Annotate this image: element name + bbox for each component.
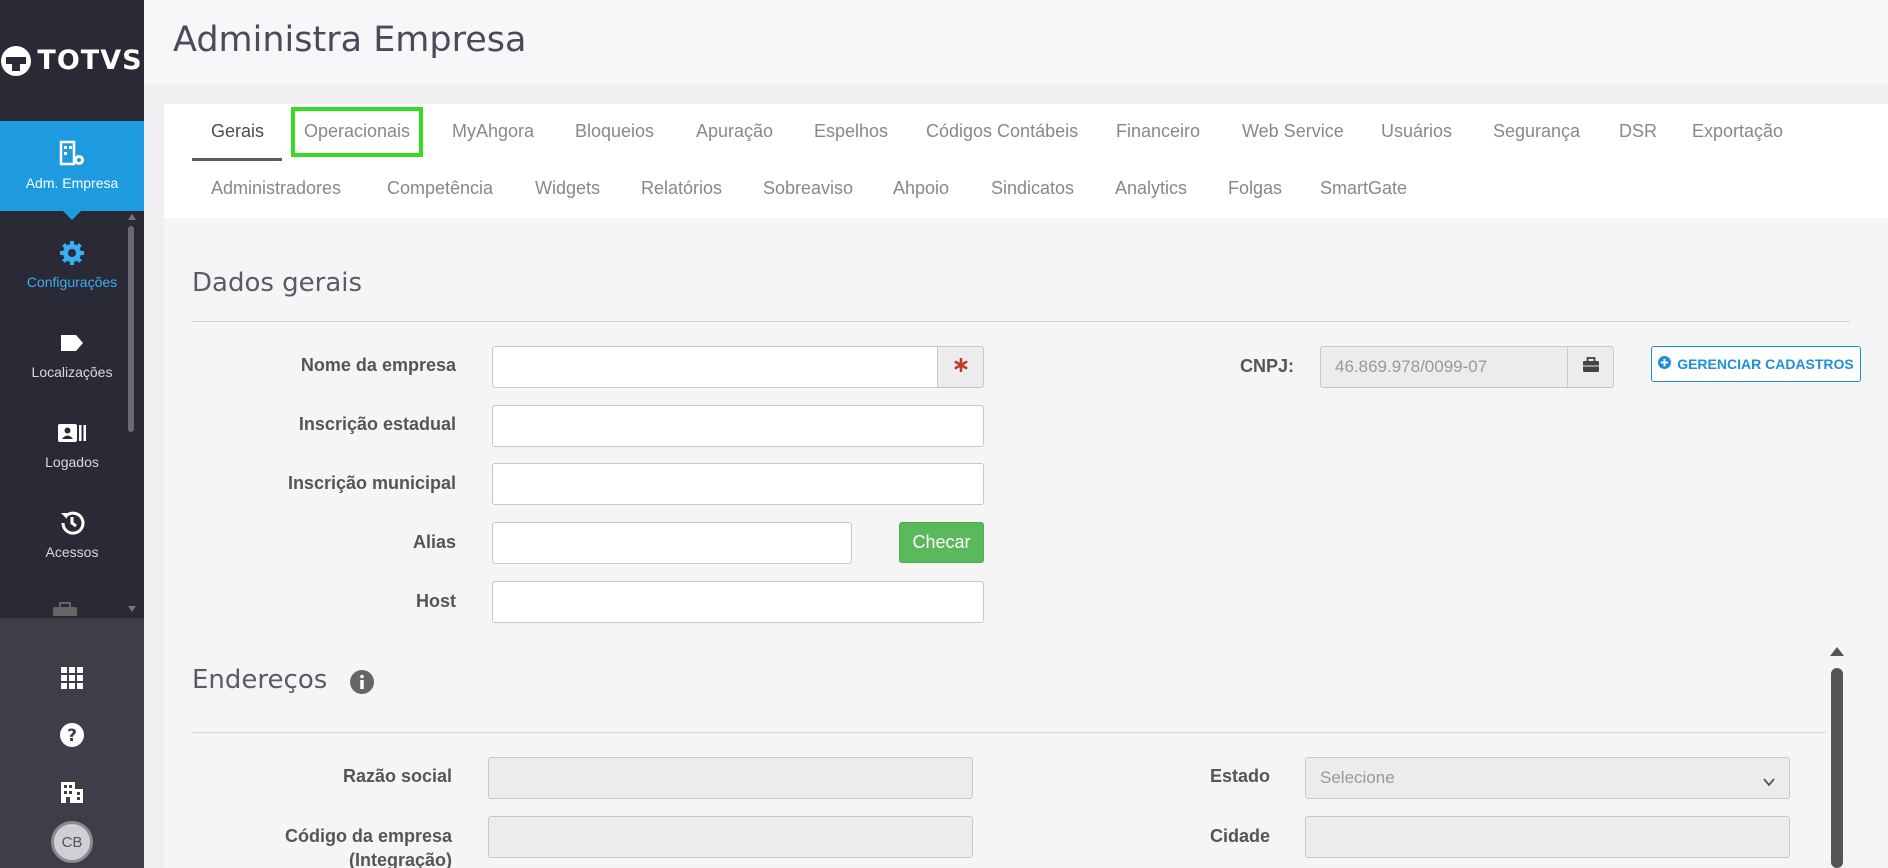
main-scroll-up[interactable] xyxy=(1830,647,1844,656)
tab-apuracao[interactable]: Apuração xyxy=(696,121,773,142)
user-avatar-button[interactable]: CB xyxy=(0,814,144,868)
codigo-empresa-label: Código da empresa xyxy=(284,826,452,846)
sidebar-item-configuracoes[interactable]: Configurações xyxy=(0,220,144,310)
alias-input[interactable] xyxy=(492,522,852,564)
section-title-enderecos: Endereços xyxy=(192,665,328,695)
checar-button[interactable]: Checar xyxy=(899,522,984,563)
inscricao-municipal-label: Inscrição municipal xyxy=(287,473,456,493)
nome-empresa-label: Nome da empresa xyxy=(300,355,456,375)
tab-ahpoio[interactable]: Ahpoio xyxy=(893,178,949,199)
estado-select[interactable]: Selecione xyxy=(1305,757,1790,799)
active-tab-indicator xyxy=(192,158,282,161)
tab-sindicatos[interactable]: Sindicatos xyxy=(991,178,1074,199)
help-icon: ? xyxy=(59,722,85,753)
estado-selected-value: Selecione xyxy=(1320,768,1395,787)
briefcase-icon xyxy=(1582,356,1600,378)
section-divider xyxy=(192,321,1850,322)
svg-text:?: ? xyxy=(67,726,77,746)
sidebar-item-label: Logados xyxy=(45,454,99,470)
tag-icon xyxy=(57,330,87,356)
briefcase-icon xyxy=(52,602,78,616)
grid-icon xyxy=(61,666,83,694)
codigo-empresa-input[interactable] xyxy=(488,816,973,858)
razao-social-label: Razão social xyxy=(342,766,452,786)
inscricao-estadual-label: Inscrição estadual xyxy=(298,414,456,434)
cidade-label: Cidade xyxy=(1209,826,1270,846)
codigo-empresa-sublabel: (Integração) xyxy=(348,850,452,868)
host-input[interactable] xyxy=(492,581,984,623)
tab-codigos-contabeis[interactable]: Códigos Contábeis xyxy=(926,121,1078,142)
building-gear-icon xyxy=(57,140,87,167)
sidebar-bottom: ? CB xyxy=(0,618,144,868)
help-button[interactable]: ? xyxy=(0,717,144,757)
tab-gerais[interactable]: Gerais xyxy=(211,121,264,142)
sidebar-scrollbar[interactable] xyxy=(128,226,134,432)
tab-widgets[interactable]: Widgets xyxy=(535,178,600,199)
tab-smartgate[interactable]: SmartGate xyxy=(1320,178,1407,199)
gear-icon xyxy=(57,240,87,266)
tab-administradores[interactable]: Administradores xyxy=(211,178,341,199)
sidebar-item-acessos[interactable]: Acessos xyxy=(0,490,144,580)
totvs-logo[interactable]: TOTVS xyxy=(0,0,144,121)
sidebar-scroll-up[interactable] xyxy=(128,214,136,220)
tab-seguranca[interactable]: Segurança xyxy=(1493,121,1580,142)
plus-circle-icon xyxy=(1658,356,1672,372)
gerenciar-cadastros-label: GERENCIAR CADASTROS xyxy=(1677,356,1854,372)
tab-exportacao[interactable]: Exportação xyxy=(1692,121,1783,142)
sidebar: TOTVS Adm. Empresa Configurações Localiz… xyxy=(0,0,144,868)
sidebar-item-label: Acessos xyxy=(45,544,99,560)
sidebar-item-label: Configurações xyxy=(26,274,118,290)
tab-espelhos[interactable]: Espelhos xyxy=(814,121,888,142)
info-icon[interactable] xyxy=(350,670,374,699)
page-title: Administra Empresa xyxy=(173,20,527,60)
tab-highlight-box xyxy=(291,107,423,157)
tab-financeiro[interactable]: Financeiro xyxy=(1116,121,1200,142)
sidebar-item-localizacoes[interactable]: Localizações xyxy=(0,310,144,400)
logo-text: TOTVS xyxy=(37,45,143,76)
tab-folgas[interactable]: Folgas xyxy=(1228,178,1282,199)
building-icon xyxy=(60,780,84,809)
section-title-dados-gerais: Dados gerais xyxy=(192,268,363,298)
razao-social-input[interactable] xyxy=(488,757,973,799)
gerenciar-cadastros-button[interactable]: GERENCIAR CADASTROS xyxy=(1651,346,1861,382)
cnpj-input[interactable]: 46.869.978/0099-07 xyxy=(1320,346,1568,388)
tab-usuarios[interactable]: Usuários xyxy=(1381,121,1452,142)
section-divider xyxy=(192,732,1826,733)
sidebar-item-logados[interactable]: Logados xyxy=(0,400,144,490)
main-scrollbar[interactable] xyxy=(1831,668,1843,868)
cidade-input[interactable] xyxy=(1305,816,1790,858)
sidebar-item-label: Localizações xyxy=(31,364,113,380)
cnpj-label: CNPJ: xyxy=(1240,356,1295,376)
totvs-logo-icon xyxy=(1,45,32,76)
required-addon xyxy=(937,346,984,388)
tab-competencia[interactable]: Competência xyxy=(387,178,493,199)
tab-sobreaviso[interactable]: Sobreaviso xyxy=(763,178,853,199)
id-card-icon xyxy=(57,420,87,446)
company-button[interactable] xyxy=(0,774,144,814)
tab-web-service[interactable]: Web Service xyxy=(1242,121,1344,142)
cnpj-briefcase-addon[interactable] xyxy=(1567,346,1614,388)
inscricao-municipal-input[interactable] xyxy=(492,463,984,505)
host-label: Host xyxy=(416,591,456,611)
apps-grid-button[interactable] xyxy=(0,660,144,700)
tab-myahgora[interactable]: MyAhgora xyxy=(452,121,534,142)
sidebar-scroll-down[interactable] xyxy=(128,606,136,612)
estado-label: Estado xyxy=(1209,766,1270,786)
page-header: Administra Empresa xyxy=(144,0,1888,84)
nome-empresa-input[interactable] xyxy=(492,346,938,388)
inscricao-estadual-input[interactable] xyxy=(492,405,984,447)
chevron-down-icon xyxy=(1763,772,1775,792)
tab-dsr[interactable]: DSR xyxy=(1619,121,1657,142)
sidebar-item-adm-empresa[interactable]: Adm. Empresa xyxy=(0,121,144,220)
tab-bloqueios[interactable]: Bloqueios xyxy=(575,121,654,142)
alias-label: Alias xyxy=(412,532,456,552)
sidebar-item-label: Adm. Empresa xyxy=(25,175,119,191)
history-icon xyxy=(57,510,87,536)
tab-relatorios[interactable]: Relatórios xyxy=(641,178,722,199)
avatar: CB xyxy=(51,821,93,863)
tab-analytics[interactable]: Analytics xyxy=(1115,178,1187,199)
asterisk-icon xyxy=(953,357,968,377)
